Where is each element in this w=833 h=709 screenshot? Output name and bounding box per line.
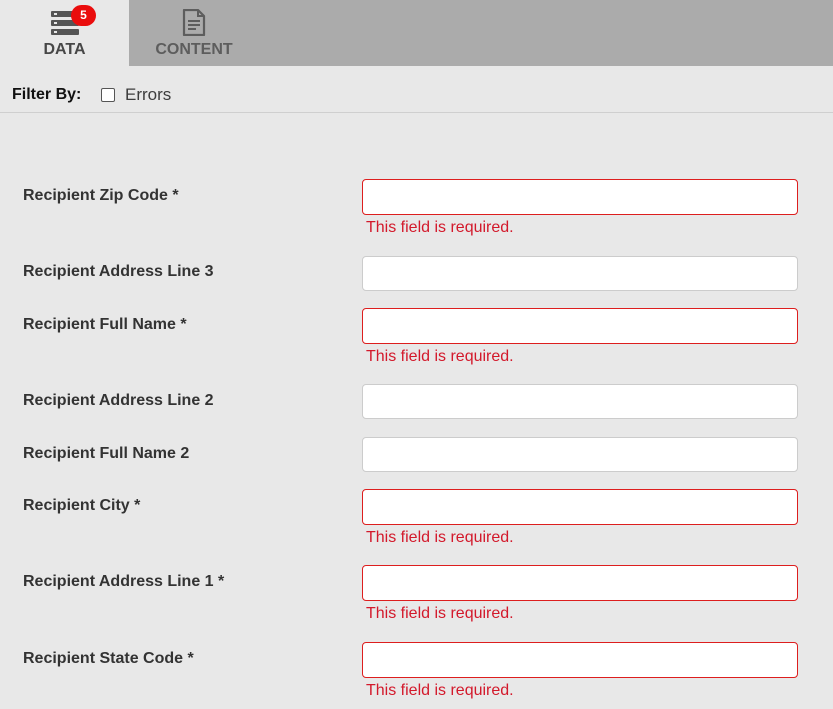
recipient-state-code-input[interactable] <box>362 642 798 678</box>
document-icon <box>182 9 206 36</box>
tab-content[interactable]: CONTENT <box>129 0 259 66</box>
tab-data-label: DATA <box>43 41 86 58</box>
recipient-zip-code-error: This field is required. <box>366 219 514 236</box>
recipient-full-name-error: This field is required. <box>366 348 514 365</box>
recipient-city-input[interactable] <box>362 489 798 525</box>
filter-bar: Filter By: Errors <box>0 66 833 113</box>
recipient-city-error: This field is required. <box>366 529 514 546</box>
filter-by-label: Filter By: <box>12 86 82 103</box>
recipient-state-code-error: This field is required. <box>366 682 514 699</box>
recipient-full-name-2-label: Recipient Full Name 2 <box>23 445 190 462</box>
recipient-address-line-1-label: Recipient Address Line 1 * <box>23 573 225 590</box>
error-count-badge: 5 <box>71 5 96 26</box>
recipient-zip-code-input[interactable] <box>362 179 798 215</box>
tab-data[interactable]: 5 DATA <box>0 0 129 66</box>
recipient-full-name-input[interactable] <box>362 308 798 344</box>
recipient-state-code-label: Recipient State Code * <box>23 650 194 667</box>
tab-bar: 5 DATA CONTENT <box>0 0 833 66</box>
recipient-address-line-2-label: Recipient Address Line 2 <box>23 392 214 409</box>
recipient-address-line-1-input[interactable] <box>362 565 798 601</box>
errors-filter-checkbox[interactable] <box>101 88 115 102</box>
recipient-address-line-3-label: Recipient Address Line 3 <box>23 263 214 280</box>
tab-content-label: CONTENT <box>155 41 233 58</box>
recipient-address-line-1-error: This field is required. <box>366 605 514 622</box>
recipient-full-name-2-input[interactable] <box>362 437 798 472</box>
recipient-zip-code-label: Recipient Zip Code * <box>23 187 179 204</box>
errors-filter-label[interactable]: Errors <box>125 85 171 105</box>
recipient-city-label: Recipient City * <box>23 497 141 514</box>
recipient-address-line-3-input[interactable] <box>362 256 798 291</box>
recipient-address-line-2-input[interactable] <box>362 384 798 419</box>
recipient-full-name-label: Recipient Full Name * <box>23 316 187 333</box>
